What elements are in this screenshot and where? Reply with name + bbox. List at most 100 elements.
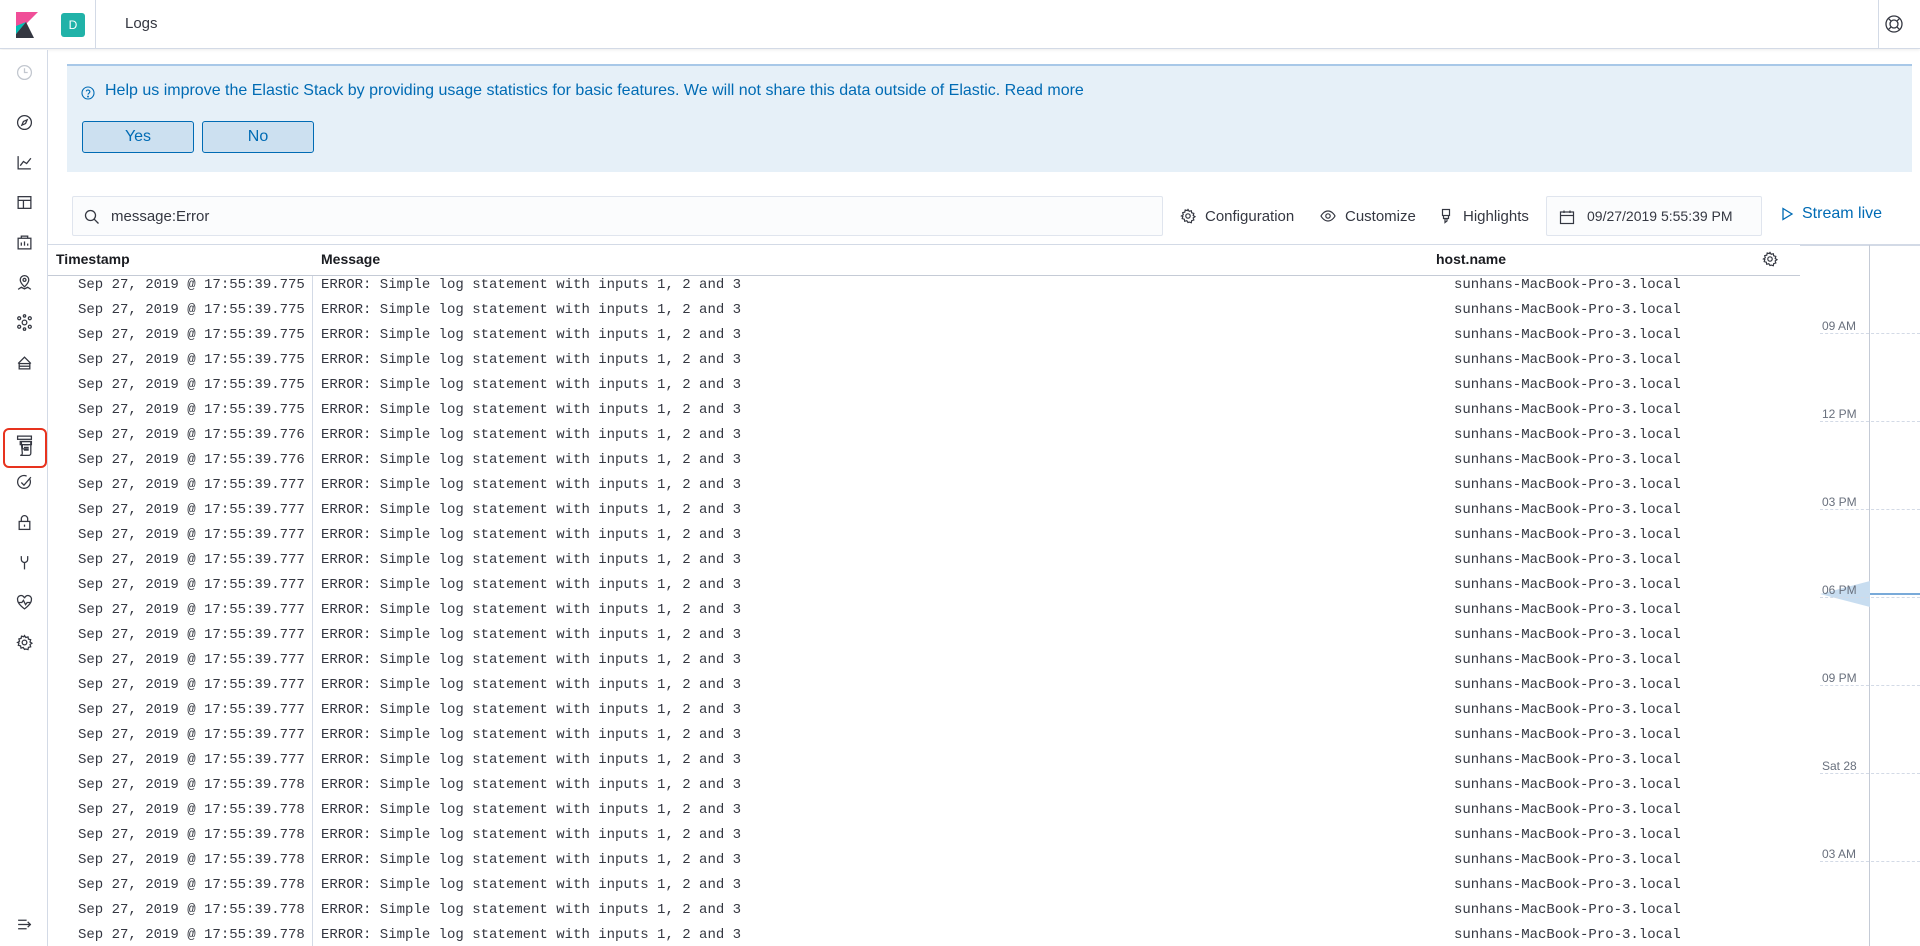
- table-row[interactable]: Sep 27, 2019 @ 17:55:39.777 ERROR: Simple…: [48, 501, 1800, 526]
- minimap-tick-line: [1820, 773, 1920, 774]
- row-host-name: sunhans-MacBook-Pro-3.local: [1454, 302, 1681, 318]
- column-settings-gear-icon[interactable]: [1762, 251, 1778, 267]
- maps-icon[interactable]: [12, 270, 36, 294]
- uptime-icon[interactable]: [12, 470, 36, 494]
- table-row[interactable]: Sep 27, 2019 @ 17:55:39.775 ERROR: Simple…: [48, 301, 1800, 326]
- row-message: ERROR: Simple log statement with inputs …: [321, 427, 742, 443]
- table-row[interactable]: Sep 27, 2019 @ 17:55:39.778 ERROR: Simple…: [48, 926, 1800, 946]
- dashboard-icon[interactable]: [12, 190, 36, 214]
- canvas-icon[interactable]: [12, 230, 36, 254]
- question-icon: [81, 86, 95, 100]
- table-row[interactable]: Sep 27, 2019 @ 17:55:39.775 ERROR: Simple…: [48, 376, 1800, 401]
- minimap-tick: 06 PM: [1822, 583, 1857, 597]
- row-message: ERROR: Simple log statement with inputs …: [321, 677, 742, 693]
- column-header-message[interactable]: Message: [321, 251, 380, 267]
- row-host-name: sunhans-MacBook-Pro-3.local: [1454, 752, 1681, 768]
- space-selector-button[interactable]: D: [61, 13, 85, 37]
- row-host-name: sunhans-MacBook-Pro-3.local: [1454, 852, 1681, 868]
- row-timestamp: Sep 27, 2019 @ 17:55:39.778: [78, 902, 305, 918]
- kibana-logo-icon[interactable]: [10, 10, 40, 40]
- help-icon[interactable]: [1884, 14, 1904, 34]
- stream-live-button[interactable]: Stream live: [1780, 205, 1882, 223]
- table-row[interactable]: Sep 27, 2019 @ 17:55:39.777 ERROR: Simple…: [48, 651, 1800, 676]
- dev-tools-icon[interactable]: [12, 550, 36, 574]
- table-row[interactable]: Sep 27, 2019 @ 17:55:39.778 ERROR: Simple…: [48, 776, 1800, 801]
- table-row[interactable]: Sep 27, 2019 @ 17:55:39.777 ERROR: Simple…: [48, 626, 1800, 651]
- table-row[interactable]: Sep 27, 2019 @ 17:55:39.775 ERROR: Simple…: [48, 326, 1800, 351]
- row-message: ERROR: Simple log statement with inputs …: [321, 627, 742, 643]
- table-row[interactable]: Sep 27, 2019 @ 17:55:39.778 ERROR: Simple…: [48, 826, 1800, 851]
- minimap-tick: 12 PM: [1822, 407, 1857, 421]
- row-host-name: sunhans-MacBook-Pro-3.local: [1454, 402, 1681, 418]
- row-timestamp: Sep 27, 2019 @ 17:55:39.778: [78, 827, 305, 843]
- collapse-nav-icon[interactable]: [12, 912, 36, 936]
- configuration-button[interactable]: Configuration: [1180, 206, 1294, 226]
- minimap-tick: 09 PM: [1822, 671, 1857, 685]
- table-row[interactable]: Sep 27, 2019 @ 17:55:39.776 ERROR: Simple…: [48, 451, 1800, 476]
- search-icon: [84, 209, 99, 224]
- minimap-tick: 03 PM: [1822, 495, 1857, 509]
- no-button[interactable]: No: [202, 121, 314, 153]
- minimap-tick-line: [1820, 685, 1920, 686]
- stack-monitoring-icon[interactable]: [12, 590, 36, 614]
- customize-label: Customize: [1345, 207, 1416, 225]
- table-row[interactable]: Sep 27, 2019 @ 17:55:39.775 ERROR: Simple…: [48, 351, 1800, 376]
- visualize-icon[interactable]: [12, 150, 36, 174]
- row-timestamp: Sep 27, 2019 @ 17:55:39.777: [78, 552, 305, 568]
- table-row[interactable]: Sep 27, 2019 @ 17:55:39.778 ERROR: Simple…: [48, 876, 1800, 901]
- discover-icon[interactable]: [12, 110, 36, 134]
- row-timestamp: Sep 27, 2019 @ 17:55:39.777: [78, 677, 305, 693]
- table-row[interactable]: Sep 27, 2019 @ 17:55:39.776 ERROR: Simple…: [48, 426, 1800, 451]
- row-message: ERROR: Simple log statement with inputs …: [321, 302, 742, 318]
- column-header-host-name[interactable]: host.name: [1436, 251, 1506, 267]
- siem-lock-icon[interactable]: [12, 510, 36, 534]
- table-row[interactable]: Sep 27, 2019 @ 17:55:39.778 ERROR: Simple…: [48, 851, 1800, 876]
- date-value: 09/27/2019 5:55:39 PM: [1587, 208, 1733, 224]
- telemetry-callout: Help us improve the Elastic Stack by pro…: [67, 64, 1912, 172]
- table-row[interactable]: Sep 27, 2019 @ 17:55:39.777 ERROR: Simple…: [48, 726, 1800, 751]
- table-row[interactable]: Sep 27, 2019 @ 17:55:39.777 ERROR: Simple…: [48, 526, 1800, 551]
- header-divider: [95, 0, 96, 49]
- row-message: ERROR: Simple log statement with inputs …: [321, 727, 742, 743]
- row-host-name: sunhans-MacBook-Pro-3.local: [1454, 877, 1681, 893]
- row-timestamp: Sep 27, 2019 @ 17:55:39.775: [78, 377, 305, 393]
- column-header-timestamp[interactable]: Timestamp: [56, 251, 130, 267]
- table-row[interactable]: Sep 27, 2019 @ 17:55:39.777 ERROR: Simple…: [48, 751, 1800, 776]
- log-rows: Sep 27, 2019 @ 17:55:39.775 ERROR: Simple…: [48, 276, 1800, 946]
- row-host-name: sunhans-MacBook-Pro-3.local: [1454, 527, 1681, 543]
- recently-viewed-icon[interactable]: [12, 60, 36, 84]
- management-gear-icon[interactable]: [12, 630, 36, 654]
- stream-live-label: Stream live: [1802, 205, 1883, 222]
- search-bar[interactable]: [72, 196, 1163, 236]
- row-message: ERROR: Simple log statement with inputs …: [321, 877, 742, 893]
- table-row[interactable]: Sep 27, 2019 @ 17:55:39.778 ERROR: Simple…: [48, 801, 1800, 826]
- row-host-name: sunhans-MacBook-Pro-3.local: [1454, 927, 1681, 943]
- highlighter-icon: [1441, 208, 1451, 224]
- row-timestamp: Sep 27, 2019 @ 17:55:39.778: [78, 877, 305, 893]
- table-row[interactable]: Sep 27, 2019 @ 17:55:39.775 ERROR: Simple…: [48, 276, 1800, 301]
- infrastructure-icon[interactable]: [12, 350, 36, 374]
- search-input[interactable]: [111, 197, 1151, 235]
- customize-button[interactable]: Customize: [1320, 206, 1416, 226]
- yes-button[interactable]: Yes: [82, 121, 194, 153]
- row-host-name: sunhans-MacBook-Pro-3.local: [1454, 677, 1681, 693]
- log-minimap[interactable]: 09 AM 12 PM 03 PM 06 PM 09 PM Sat 28 03 …: [1800, 245, 1920, 946]
- row-timestamp: Sep 27, 2019 @ 17:55:39.777: [78, 702, 305, 718]
- header-divider: [1878, 0, 1879, 49]
- table-row[interactable]: Sep 27, 2019 @ 17:55:39.775 ERROR: Simple…: [48, 401, 1800, 426]
- table-row[interactable]: Sep 27, 2019 @ 17:55:39.777 ERROR: Simple…: [48, 476, 1800, 501]
- row-host-name: sunhans-MacBook-Pro-3.local: [1454, 902, 1681, 918]
- table-row[interactable]: Sep 27, 2019 @ 17:55:39.777 ERROR: Simple…: [48, 601, 1800, 626]
- table-row[interactable]: Sep 27, 2019 @ 17:55:39.777 ERROR: Simple…: [48, 676, 1800, 701]
- table-row[interactable]: Sep 27, 2019 @ 17:55:39.777 ERROR: Simple…: [48, 701, 1800, 726]
- machine-learning-icon[interactable]: [12, 310, 36, 334]
- date-picker[interactable]: 09/27/2019 5:55:39 PM: [1546, 196, 1762, 236]
- row-timestamp: Sep 27, 2019 @ 17:55:39.777: [78, 527, 305, 543]
- table-row[interactable]: Sep 27, 2019 @ 17:55:39.778 ERROR: Simple…: [48, 901, 1800, 926]
- row-host-name: sunhans-MacBook-Pro-3.local: [1454, 552, 1681, 568]
- row-message: ERROR: Simple log statement with inputs …: [321, 702, 742, 718]
- table-row[interactable]: Sep 27, 2019 @ 17:55:39.777 ERROR: Simple…: [48, 576, 1800, 601]
- table-row[interactable]: Sep 27, 2019 @ 17:55:39.777 ERROR: Simple…: [48, 551, 1800, 576]
- apm-icon[interactable]: [12, 430, 36, 454]
- highlights-button[interactable]: Highlights: [1438, 206, 1529, 226]
